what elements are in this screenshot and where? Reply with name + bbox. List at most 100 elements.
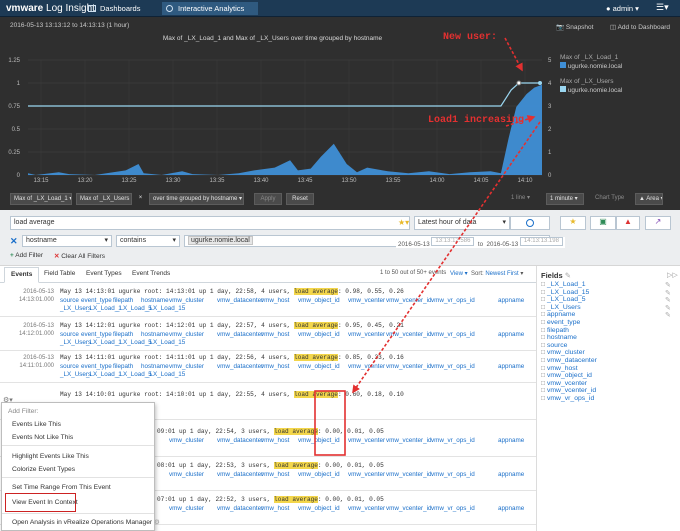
field-item[interactable]: □ vmw_vcenter_id [541,387,596,395]
field-link-vmw_datacenter[interactable]: vmw_datacenter [217,471,263,478]
field-link-vmw_vr_ops_id[interactable]: vmw_vr_ops_id [431,331,475,338]
field-link-event_type[interactable]: event_type [81,331,112,338]
menu-item-open-vrops[interactable]: Open Analysis in vRealize Operations Man… [12,518,160,526]
field-item[interactable]: □ _LX_Load_5 [541,296,586,304]
field-link-vmw_cluster[interactable]: vmw_cluster [169,505,204,512]
field-link-vmw_vcenter[interactable]: vmw_vcenter [348,471,385,478]
field-link-vmw_object_id[interactable]: vmw_object_id [298,363,340,370]
field-link-vmw_vr_ops_id[interactable]: vmw_vr_ops_id [431,505,475,512]
field-link-appname[interactable]: appname [498,471,524,478]
field-item[interactable]: □ _LX_Load_15 [541,289,589,297]
field-item[interactable]: □ hostname [541,334,577,342]
field-link-vmw_datacenter[interactable]: vmw_datacenter [217,363,263,370]
aggregation-2-select[interactable]: Max of _LX_Users ▾ [76,193,132,205]
event-row[interactable]: 2016-05-13 14:11:01.000 May 13 14:11:01 ug… [0,350,540,383]
field-link-source[interactable]: source [60,331,79,338]
field-link-event_type[interactable]: event_type [81,363,112,370]
users-point[interactable] [516,80,522,86]
field-link_lx_load_15[interactable]: _LX_Load_15 [146,371,185,378]
field-link-vmw_vcenter_id[interactable]: vmw_vcenter_id [386,505,432,512]
field-item[interactable]: □ vmw_datacenter [541,357,597,365]
view-menu[interactable]: View ▾ [450,270,468,277]
apply-button[interactable]: Apply [254,193,282,205]
field-link-source[interactable]: source [60,363,79,370]
field-link-appname[interactable]: appname [498,505,524,512]
field-link-vmw_vcenter[interactable]: vmw_vcenter [348,297,385,304]
field-link-vmw_vcenter[interactable]: vmw_vcenter [348,505,385,512]
field-link-vmw_vcenter_id[interactable]: vmw_vcenter_id [386,297,432,304]
reset-button[interactable]: Reset [286,193,314,205]
field-item[interactable]: □ event_type [541,319,580,327]
field-link-vmw_cluster[interactable]: vmw_cluster [169,363,204,370]
event-row[interactable]: 2016-05-13 14:13:01.000 May 13 14:13:01 ug… [0,284,540,317]
menu-item-events-not-like-this[interactable]: Events Not Like This [12,434,73,441]
field-item[interactable]: □ vmw_object_id [541,372,592,380]
query-input[interactable]: load average [10,216,410,230]
menu-item-set-time-range[interactable]: Set Time Range From This Event [12,484,111,491]
tab-interactive-analytics[interactable]: Interactive Analytics [162,2,258,15]
add-to-dashboard-query-button[interactable]: ▣ [590,216,616,230]
chart-type-select[interactable]: ▲ Area ▾ [635,193,663,205]
field-link-appname[interactable]: appname [498,331,524,338]
field-item[interactable]: □ appname [541,311,575,319]
menu-item-colorize-event-types[interactable]: Colorize Event Types [12,466,75,473]
menu-item-highlight-events[interactable]: Highlight Events Like This [12,453,89,460]
field-link-vmw_cluster[interactable]: vmw_cluster [169,437,204,444]
field-item[interactable]: □ vmw_cluster [541,349,585,357]
edit-field-icon[interactable]: ✎ [665,311,671,319]
tab-events[interactable]: Events [4,267,40,283]
field-link-vmw_cluster[interactable]: vmw_cluster [169,471,204,478]
tab-field-table[interactable]: Field Table [44,270,75,277]
field-link-vmw_datacenter[interactable]: vmw_datacenter [217,437,263,444]
field-link-vmw_datacenter[interactable]: vmw_datacenter [217,297,263,304]
field-link-filepath[interactable]: filepath [113,297,133,304]
field-link-vmw_host[interactable]: vmw_host [261,505,289,512]
field-item[interactable]: □ vmw_host [541,365,578,373]
field-link-vmw_host[interactable]: vmw_host [261,297,289,304]
field-link-vmw_vcenter_id[interactable]: vmw_vcenter_id [386,331,432,338]
field-link-filepath[interactable]: filepath [113,363,133,370]
field-item[interactable]: □ _LX_Load_1 [541,281,586,289]
tab-dashboards[interactable]: Dashboards [84,2,146,15]
remove-filter-icon[interactable]: ✕ [10,236,18,247]
alert-button[interactable]: ▲ [616,216,640,230]
field-link-appname[interactable]: appname [498,437,524,444]
field-item[interactable]: □ vmw_vr_ops_id [541,395,594,403]
field-link-vmw_vr_ops_id[interactable]: vmw_vr_ops_id [431,471,475,478]
field-link-vmw_host[interactable]: vmw_host [261,363,289,370]
filter-operator-select[interactable]: contains ▾ [116,235,180,247]
menu-item-events-like-this[interactable]: Events Like This [12,421,61,428]
field-link-appname[interactable]: appname [498,297,524,304]
field-link-vmw_cluster[interactable]: vmw_cluster [169,331,204,338]
field-link-vmw_vcenter_id[interactable]: vmw_vcenter_id [386,471,432,478]
field-link-vmw_datacenter[interactable]: vmw_datacenter [217,505,263,512]
sort-control[interactable]: Sort: Newest First ▾ [471,270,523,277]
field-link-vmw_vr_ops_id[interactable]: vmw_vr_ops_id [431,297,475,304]
collapse-panel-icon[interactable]: ▷▷ [667,271,678,279]
field-link-vmw_vr_ops_id[interactable]: vmw_vr_ops_id [431,437,475,444]
field-link-hostname[interactable]: hostname [141,297,169,304]
field-link-event_type[interactable]: event_type [81,297,112,304]
field-link-vmw_cluster[interactable]: vmw_cluster [169,297,204,304]
clear-filters-button[interactable]: ✕ Clear All Filters [54,252,105,260]
field-link-hostname[interactable]: hostname [141,363,169,370]
field-link_lx_load_15[interactable]: _LX_Load_15 [146,339,185,346]
hamburger-menu-icon[interactable]: ☰▾ [656,2,669,13]
field-link-hostname[interactable]: hostname [141,331,169,338]
field-link-source[interactable]: source [60,297,79,304]
legend-item-load1[interactable]: ugurke.nomie.local [560,62,670,70]
gear-icon[interactable]: ⚙▾ [3,396,13,404]
add-filter-button[interactable]: + Add Filter [10,252,43,259]
tab-event-types[interactable]: Event Types [86,270,122,277]
field-link-vmw_object_id[interactable]: vmw_object_id [298,505,340,512]
search-button[interactable] [510,216,550,230]
group-by-select[interactable]: over time grouped by hostname ▾ [149,193,244,205]
to-time-input[interactable]: 14:13:13.198 [519,237,563,246]
field-link-vmw_vcenter[interactable]: vmw_vcenter [348,437,385,444]
field-link-vmw_vcenter_id[interactable]: vmw_vcenter_id [386,437,432,444]
edit-icon[interactable]: ✎ [565,271,571,280]
field-link-vmw_object_id[interactable]: vmw_object_id [298,331,340,338]
add-favorite-button[interactable]: ★ [560,216,586,230]
field-link-vmw_object_id[interactable]: vmw_object_id [298,437,340,444]
event-row[interactable]: 2016-05-13 14:12:01.000 May 13 14:12:01 ug… [0,318,540,351]
